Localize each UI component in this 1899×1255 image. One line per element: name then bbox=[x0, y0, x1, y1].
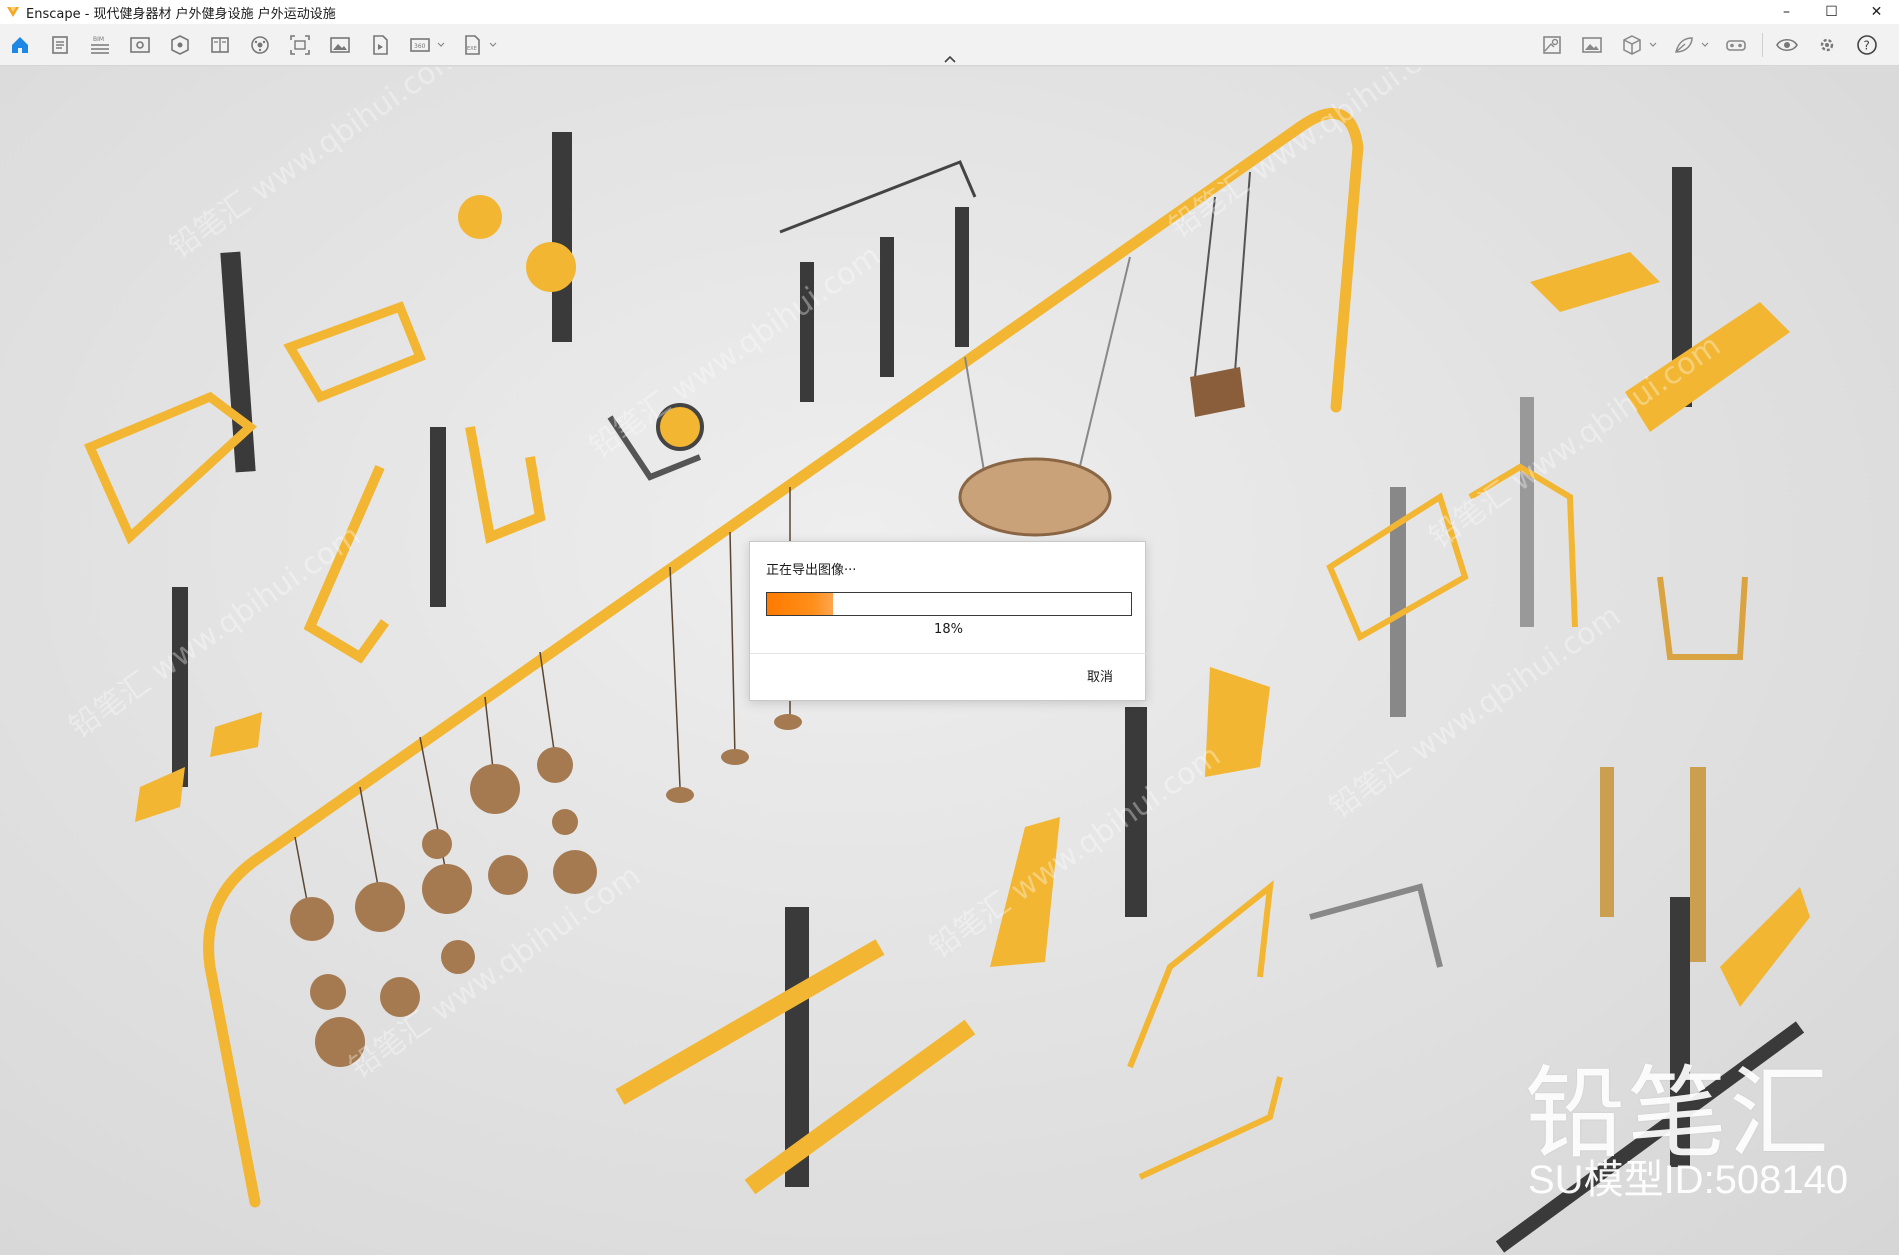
panorama-label: 360 bbox=[414, 43, 426, 50]
bim-label: BIM bbox=[93, 36, 104, 43]
settings-wheel-icon bbox=[251, 36, 269, 54]
exe-label: EXE bbox=[467, 46, 477, 52]
book-button[interactable] bbox=[206, 31, 234, 59]
title-bar: Enscape - 现代健身器材 户外健身设施 户外运动设施 – ☐ ✕ bbox=[0, 0, 1899, 24]
model-id-watermark: SU模型ID:508140 bbox=[1528, 1158, 1849, 1202]
panorama-button[interactable]: 360 bbox=[406, 31, 434, 59]
document-icon bbox=[52, 36, 68, 54]
exe-export-icon: EXE bbox=[465, 35, 480, 55]
cube-view-dropdown[interactable] bbox=[1648, 31, 1658, 59]
bim-button[interactable]: BIM bbox=[86, 31, 114, 59]
view-mode-button[interactable] bbox=[126, 31, 154, 59]
visibility-button[interactable] bbox=[1773, 31, 1801, 59]
brown-balls bbox=[290, 714, 802, 1067]
nest-swing bbox=[958, 457, 1112, 537]
map-button[interactable] bbox=[1538, 31, 1566, 59]
dialog-divider bbox=[750, 653, 1147, 654]
video-icon bbox=[373, 35, 388, 55]
chevron-down-icon bbox=[437, 42, 445, 47]
progress-fill bbox=[767, 593, 833, 615]
swing-seat bbox=[1190, 367, 1245, 417]
settings-button[interactable] bbox=[1813, 31, 1841, 59]
gear-icon bbox=[1820, 38, 1834, 52]
help-icon: ? bbox=[1857, 35, 1877, 55]
map-icon bbox=[1543, 36, 1561, 54]
gallery-button[interactable] bbox=[1578, 31, 1606, 59]
main-toolbar: BIM 360 EXE ? bbox=[0, 24, 1899, 66]
vr-button[interactable] bbox=[1722, 31, 1750, 59]
enscape-logo-icon bbox=[7, 7, 19, 17]
cancel-button[interactable]: 取消 bbox=[1087, 666, 1113, 685]
view-icon bbox=[130, 37, 150, 53]
cube-icon bbox=[1623, 35, 1641, 55]
home-button[interactable] bbox=[6, 31, 34, 59]
progress-percent: 18% bbox=[934, 622, 963, 637]
panorama-icon: 360 bbox=[410, 38, 430, 52]
chevron-down-icon bbox=[1701, 42, 1709, 47]
screenshot-button[interactable] bbox=[286, 31, 314, 59]
maximize-button[interactable]: ☐ bbox=[1809, 0, 1854, 24]
help-button[interactable]: ? bbox=[1853, 31, 1881, 59]
video-editor-button[interactable] bbox=[366, 31, 394, 59]
asset-icon bbox=[171, 35, 189, 55]
toolbar-right-group: ? bbox=[1538, 31, 1893, 59]
hanging-balls bbox=[294, 487, 791, 918]
gallery-icon bbox=[1582, 37, 1602, 53]
chevron-down-icon bbox=[1649, 42, 1657, 47]
asset-library-button[interactable] bbox=[166, 31, 194, 59]
dialog-title: 正在导出图像··· bbox=[766, 563, 857, 578]
material-button[interactable] bbox=[1670, 31, 1698, 59]
home-icon bbox=[12, 37, 28, 53]
close-button[interactable]: ✕ bbox=[1854, 0, 1899, 24]
exe-export-dropdown[interactable] bbox=[488, 31, 498, 59]
toolbar-left-group: BIM 360 EXE bbox=[6, 31, 510, 59]
progress-bar bbox=[766, 592, 1132, 616]
panorama-dropdown[interactable] bbox=[436, 31, 446, 59]
chevron-up-icon bbox=[944, 55, 956, 63]
render-settings-button[interactable] bbox=[246, 31, 274, 59]
cube-view-button[interactable] bbox=[1618, 31, 1646, 59]
toolbar-separator bbox=[1762, 33, 1763, 57]
collapse-toolbar-button[interactable] bbox=[940, 52, 960, 66]
exe-export-button[interactable]: EXE bbox=[458, 31, 486, 59]
eye-icon bbox=[1776, 38, 1798, 52]
window-controls: – ☐ ✕ bbox=[1764, 0, 1899, 24]
chevron-down-icon bbox=[489, 42, 497, 47]
document-button[interactable] bbox=[46, 31, 74, 59]
screenshot-icon bbox=[290, 35, 310, 55]
help-label: ? bbox=[1864, 39, 1870, 53]
minimize-button[interactable]: – bbox=[1764, 0, 1809, 24]
vr-headset-icon bbox=[1726, 40, 1746, 51]
export-progress-dialog: 正在导出图像··· 18% 取消 bbox=[749, 541, 1147, 701]
book-icon bbox=[211, 37, 229, 53]
export-image-button[interactable] bbox=[326, 31, 354, 59]
leaf-icon bbox=[1675, 37, 1693, 53]
window-title: Enscape - 现代健身器材 户外健身设施 户外运动设施 bbox=[26, 6, 336, 22]
image-icon bbox=[330, 37, 350, 53]
bim-icon: BIM bbox=[91, 36, 109, 54]
material-dropdown[interactable] bbox=[1700, 31, 1710, 59]
